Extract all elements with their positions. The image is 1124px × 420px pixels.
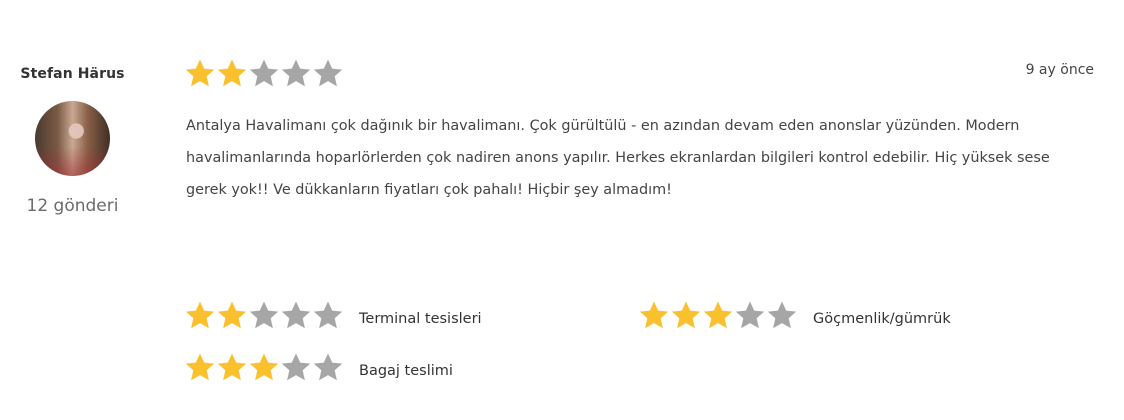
avatar[interactable] [35,101,110,176]
star-icon [312,58,344,88]
star-icon [280,58,312,88]
sub-rating-terminal: Terminal tesisleri [184,300,482,330]
star-icon [184,300,216,330]
star-icon [248,352,280,382]
star-icon [216,300,248,330]
overall-rating-stars [184,58,344,88]
star-icon [280,352,312,382]
sub-rating-label: Bagaj teslimi [359,363,453,379]
overall-rating [184,58,344,88]
sub-rating-baggage: Bagaj teslimi [184,352,453,382]
review-author: Stefan Härus 12 gönderi [10,66,135,216]
review-date: 9 ay önce [1025,62,1094,78]
star-icon [702,300,734,330]
star-icon [184,352,216,382]
star-icon [184,58,216,88]
star-icon [638,300,670,330]
star-icon [766,300,798,330]
star-icon [280,300,312,330]
sub-rating-label: Göçmenlik/gümrük [813,311,951,327]
sub-rating-stars [184,352,344,382]
star-icon [734,300,766,330]
star-icon [216,58,248,88]
sub-rating-stars [184,300,344,330]
sub-rating-label: Terminal tesisleri [359,311,482,327]
sub-rating-immigration: Göçmenlik/gümrük [638,300,951,330]
star-icon [248,58,280,88]
star-icon [248,300,280,330]
author-name[interactable]: Stefan Härus [10,66,135,82]
star-icon [312,352,344,382]
star-icon [670,300,702,330]
review-text: Antalya Havalimanı çok dağınık bir haval… [186,118,1050,198]
star-icon [312,300,344,330]
author-post-count: 12 gönderi [26,196,119,216]
sub-rating-stars [638,300,798,330]
star-icon [216,352,248,382]
